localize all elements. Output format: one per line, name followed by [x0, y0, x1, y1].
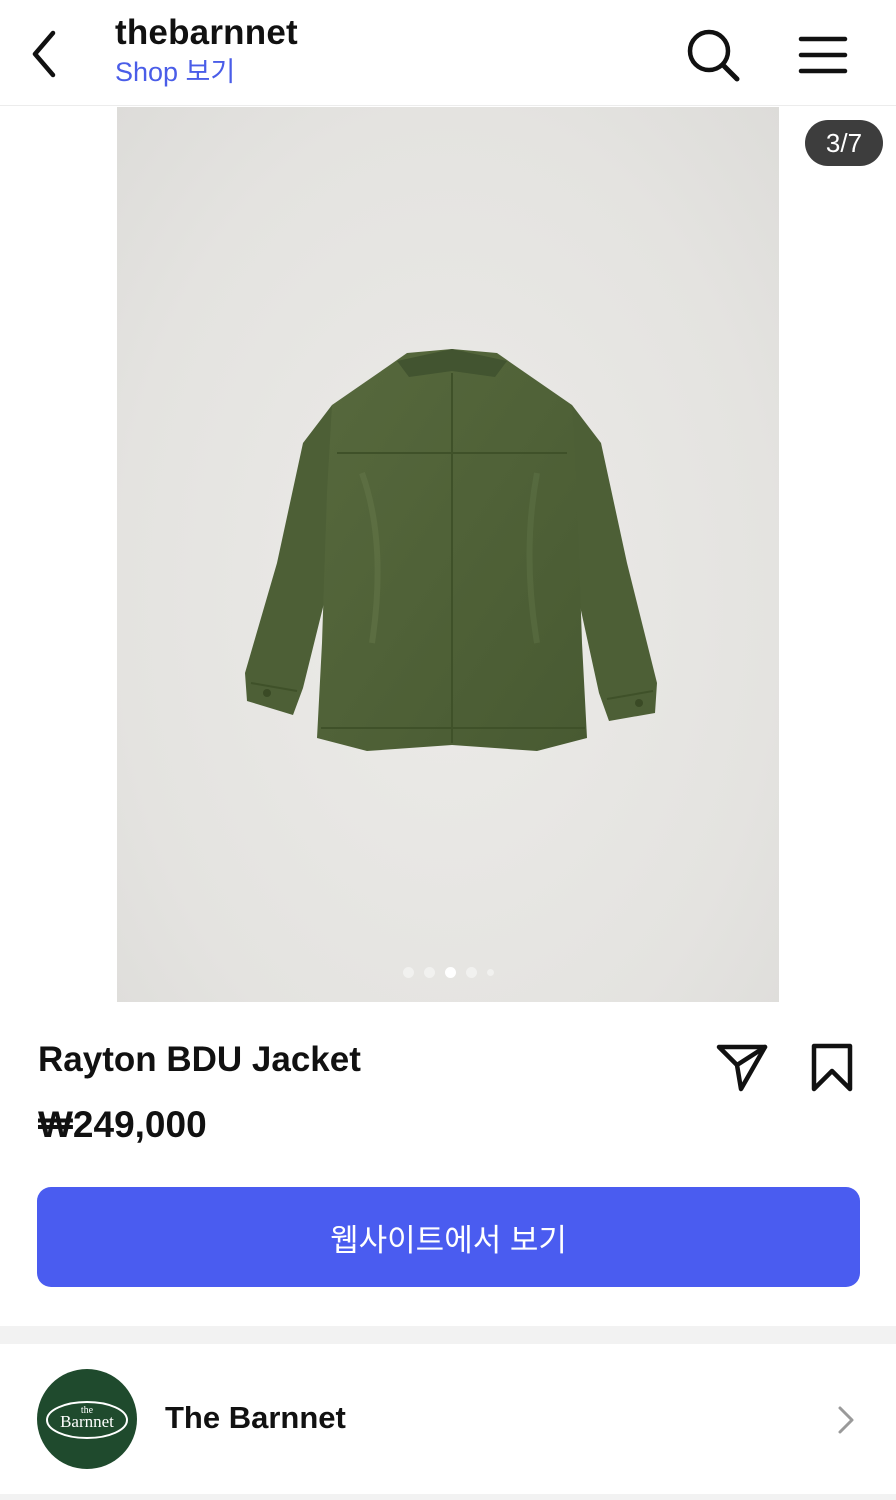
chevron-left-icon — [32, 30, 56, 78]
carousel-dot-active — [444, 967, 456, 978]
top-bar: thebarnnet Shop 보기 — [0, 0, 896, 106]
bookmark-icon — [811, 1043, 853, 1092]
search-icon — [687, 29, 740, 82]
shop-link[interactable]: Shop 보기 — [115, 54, 298, 90]
search-button[interactable] — [684, 26, 742, 84]
shop-avatar: the Barnnet — [37, 1369, 137, 1469]
shop-logo: the Barnnet — [46, 1401, 128, 1439]
svg-text:Barnnet: Barnnet — [60, 1412, 114, 1431]
save-button[interactable] — [804, 1040, 860, 1096]
product-price: ₩249,000 — [38, 1104, 207, 1145]
view-on-website-button[interactable]: 웹사이트에서 보기 — [37, 1187, 860, 1287]
carousel-dot — [465, 967, 477, 978]
section-divider — [0, 1326, 896, 1344]
carousel-dot — [423, 967, 435, 978]
shop-profile-row[interactable]: the Barnnet The Barnnet — [0, 1344, 896, 1494]
bottom-divider — [0, 1494, 896, 1500]
product-image-jacket — [245, 349, 657, 751]
carousel-pagination-dots — [117, 967, 779, 978]
hamburger-menu-icon — [798, 36, 848, 74]
account-name[interactable]: thebarnnet — [115, 12, 298, 54]
menu-button[interactable] — [796, 30, 850, 80]
image-counter-badge: 3/7 — [805, 120, 883, 166]
shop-name: The Barnnet — [165, 1400, 346, 1435]
carousel-dot — [402, 967, 414, 978]
share-button[interactable] — [712, 1040, 772, 1096]
product-name: Rayton BDU Jacket — [38, 1040, 361, 1079]
product-image-carousel[interactable] — [117, 107, 779, 1002]
back-button[interactable] — [22, 26, 66, 82]
chevron-right-icon — [838, 1406, 854, 1434]
header-title: thebarnnet Shop 보기 — [115, 12, 298, 90]
send-icon — [716, 1044, 768, 1092]
carousel-dot — [486, 969, 494, 976]
